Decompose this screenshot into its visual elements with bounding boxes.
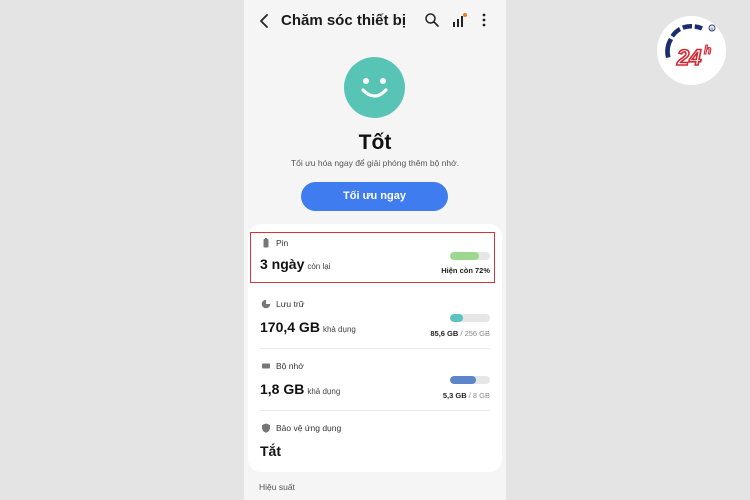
memory-label: Bộ nhớ (276, 361, 304, 371)
back-button[interactable] (256, 10, 274, 32)
svg-text:R: R (711, 26, 714, 31)
shield-icon (262, 423, 270, 433)
more-options-button[interactable] (475, 11, 493, 29)
24h-logo-icon: R 24 h (665, 23, 716, 71)
storage-label: Lưu trữ (276, 299, 305, 309)
app-protection-row[interactable]: Bảo vệ ứng dụng Tắt (248, 410, 502, 472)
page-title: Chăm sóc thiết bị (281, 12, 407, 29)
memory-bar (450, 376, 490, 384)
back-arrow-icon (260, 14, 268, 28)
svg-text:24: 24 (676, 45, 701, 70)
section-title-performance: Hiệu suất (259, 482, 295, 492)
app-bar: Chăm sóc thiết bị (244, 0, 506, 42)
storage-bar (450, 314, 490, 322)
24h-logo: R 24 h (657, 16, 726, 85)
status-title: Tốt (358, 131, 392, 154)
search-button[interactable] (423, 11, 441, 29)
status-description: Tối ưu hóa ngay để giải phóng thêm bộ nh… (290, 158, 460, 168)
storage-usage: 85,6 GB / 256 GB (430, 329, 490, 338)
memory-chip-icon (262, 363, 270, 369)
performance-button[interactable] (450, 11, 468, 29)
storage-pie-icon (261, 299, 271, 309)
app-protection-label: Bảo vệ ứng dụng (276, 423, 342, 433)
search-icon (425, 13, 439, 27)
smiley-face-icon (344, 57, 405, 118)
highlight-box (250, 232, 495, 283)
memory-row[interactable]: Bộ nhớ 1,8 GB khả dụng 5,3 GB / 8 GB (248, 348, 502, 410)
memory-value: 1,8 GB khả dụng (260, 381, 341, 397)
svg-text:h: h (704, 43, 711, 57)
storage-row[interactable]: Lưu trữ 170,4 GB khả dụng 85,6 GB / 256 G… (248, 286, 502, 348)
optimize-now-button[interactable]: Tối ưu ngay (301, 182, 448, 211)
more-vertical-icon (482, 13, 486, 27)
storage-value: 170,4 GB khả dụng (260, 319, 356, 335)
signal-bars-icon (453, 13, 467, 27)
memory-usage: 5,3 GB / 8 GB (442, 391, 490, 400)
app-protection-value: Tắt (260, 443, 281, 459)
